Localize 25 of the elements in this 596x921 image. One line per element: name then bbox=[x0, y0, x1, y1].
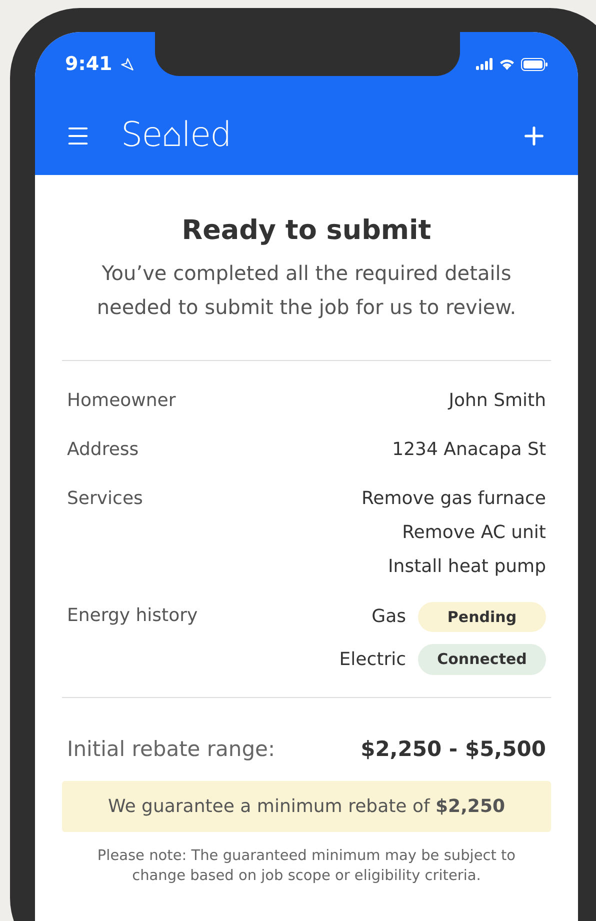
subtitle: You’ve completed all the required details needed to submit the job for us to review. bbox=[96, 260, 518, 320]
detail-label: Homeowner bbox=[67, 388, 176, 412]
rebate-range: $2,250 - $5,500 bbox=[360, 736, 546, 762]
app-logo: Se⌂led bbox=[121, 114, 231, 157]
location-arrow-icon bbox=[120, 57, 134, 71]
signal-icon bbox=[476, 58, 493, 70]
detail-value: Install heat pump bbox=[388, 554, 546, 578]
status-badge: Pending bbox=[418, 602, 546, 632]
detail-value: 1234 Anacapa St bbox=[392, 438, 546, 462]
detail-label: Address bbox=[67, 438, 139, 462]
detail-value: John Smith bbox=[448, 388, 546, 412]
disclaimer-note: Please note: The guaranteed minimum may be subject to change based on job scope or eligibility criteria. bbox=[96, 847, 517, 886]
battery-icon bbox=[521, 58, 548, 70]
detail-value: Remove AC unit bbox=[402, 520, 546, 544]
guarantee-banner: We guarantee a minimum rebate of $2,250 bbox=[62, 781, 551, 832]
energy-type: Gas bbox=[372, 605, 406, 630]
detail-value: Remove gas furnace bbox=[361, 486, 546, 510]
wifi-icon bbox=[499, 58, 515, 70]
rebate-label: Initial rebate range: bbox=[67, 736, 276, 762]
detail-label: Energy history bbox=[67, 604, 198, 628]
status-time: 9:41 bbox=[65, 52, 112, 77]
heading: Ready to submit bbox=[180, 214, 432, 248]
status-badge: Connected bbox=[418, 644, 546, 674]
energy-type: Electric bbox=[339, 648, 406, 672]
detail-label: Services bbox=[67, 486, 143, 510]
